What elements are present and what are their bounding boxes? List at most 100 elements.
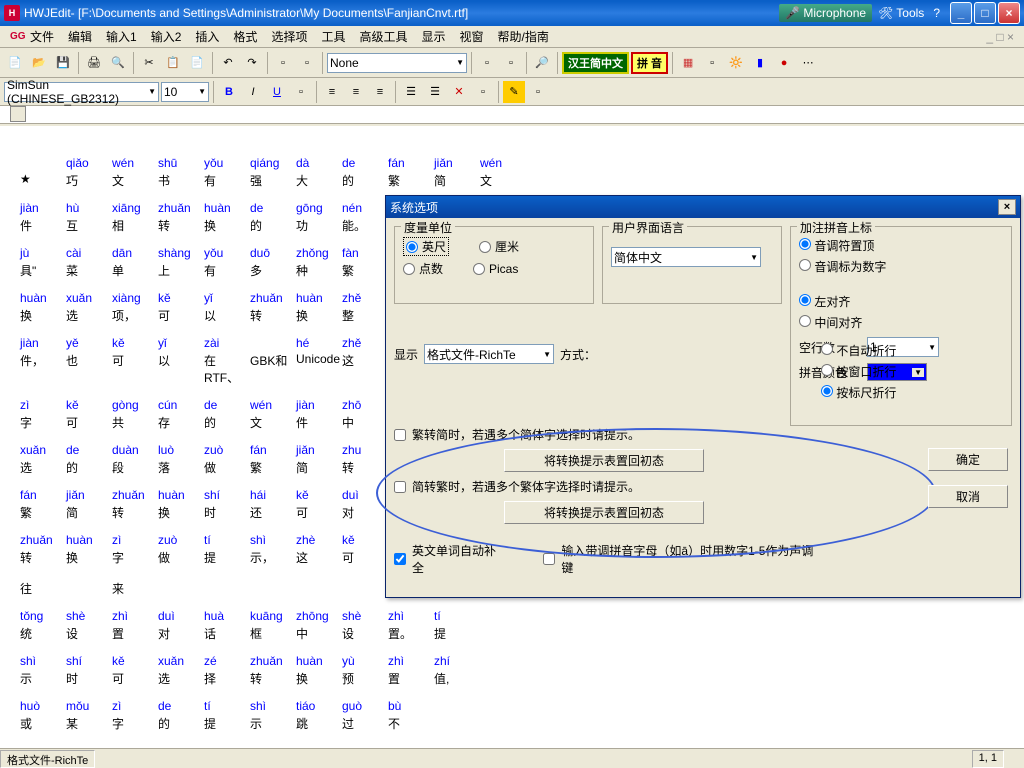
paste-icon[interactable]: 📄: [186, 52, 208, 74]
menu-format[interactable]: 格式: [227, 26, 263, 47]
size-combo[interactable]: 10▼: [161, 82, 209, 102]
hanwang-button[interactable]: 汉王简中文: [562, 52, 629, 74]
menu-help[interactable]: 帮助/指南: [492, 26, 555, 47]
language-combo[interactable]: 简体中文▼: [611, 247, 761, 267]
pinyin-cell: tí: [204, 699, 250, 713]
menu-edit[interactable]: 编辑: [62, 26, 98, 47]
radio-nowrap[interactable]: 不自动折行: [821, 342, 896, 359]
menu-view[interactable]: 显示: [415, 26, 451, 47]
menu-options[interactable]: 选择项: [265, 26, 313, 47]
new-icon[interactable]: 📄: [4, 52, 26, 74]
cancel-button[interactable]: 取消: [928, 485, 1008, 508]
tbtn-z[interactable]: ▫: [527, 81, 549, 103]
pinyin-cell: zhí: [434, 654, 480, 668]
char-cell: 互: [66, 217, 112, 234]
close-button[interactable]: ×: [998, 2, 1020, 24]
pinyin-cell: jù: [20, 246, 66, 260]
radio-tone-num[interactable]: 音调标为数字: [799, 258, 1003, 275]
tbtn-d[interactable]: ▫: [500, 52, 522, 74]
style-combo[interactable]: None▼: [327, 53, 467, 73]
tbtn-e[interactable]: ▦: [677, 52, 699, 74]
find-icon[interactable]: 🔎: [531, 52, 553, 74]
cut-icon[interactable]: ✂: [138, 52, 160, 74]
tbtn-g[interactable]: 🔆: [725, 52, 747, 74]
list-icon[interactable]: ☰: [400, 81, 422, 103]
menu-insert[interactable]: 插入: [189, 26, 225, 47]
char-cell: 这: [342, 352, 388, 386]
radio-tone-top[interactable]: 音调符置顶: [799, 237, 1003, 254]
undo-icon[interactable]: ↶: [217, 52, 239, 74]
char-cell: 件: [296, 414, 342, 431]
tbtn-i[interactable]: ●: [773, 52, 795, 74]
radio-picas[interactable]: Picas: [473, 260, 518, 277]
ok-button[interactable]: 确定: [928, 448, 1008, 471]
radio-wrap-ruler[interactable]: 按标尺折行: [821, 384, 896, 401]
char-cell: 换: [66, 549, 112, 566]
radio-wrap-window[interactable]: 按窗口折行: [821, 363, 896, 380]
tbtn-c[interactable]: ▫: [476, 52, 498, 74]
menu-window[interactable]: 视窗: [454, 26, 490, 47]
mdi-minimize[interactable]: _ □ ×: [980, 28, 1020, 46]
radio-points[interactable]: 点数: [403, 260, 443, 277]
tbtn-y[interactable]: ▫: [472, 81, 494, 103]
align-left-icon[interactable]: ≡: [321, 81, 343, 103]
microphone-button[interactable]: 🎤Microphone: [779, 4, 872, 22]
char-cell: 转: [342, 459, 388, 476]
save-icon[interactable]: 💾: [52, 52, 74, 74]
underline-icon[interactable]: U: [266, 81, 288, 103]
tbtn-f[interactable]: ▫: [701, 52, 723, 74]
bold-icon[interactable]: B: [218, 81, 240, 103]
char-cell: 设: [66, 625, 112, 642]
char-cell: 选: [158, 670, 204, 687]
check-jian2fan[interactable]: 简转繁时，若遇多个繁体字选择时请提示。: [394, 478, 814, 495]
menu-advtools[interactable]: 高级工具: [353, 26, 413, 47]
char-cell: 巧: [66, 172, 112, 189]
align-right-icon[interactable]: ≡: [369, 81, 391, 103]
ruler[interactable]: [0, 106, 1024, 124]
tbtn-x[interactable]: ✕: [448, 81, 470, 103]
pinyin-cell: [250, 336, 296, 350]
copy-icon[interactable]: 📋: [162, 52, 184, 74]
italic-icon[interactable]: I: [242, 81, 264, 103]
char-cell: 换: [158, 504, 204, 521]
pinyin-cell: jiǎn: [296, 443, 342, 457]
color-icon[interactable]: ▫: [290, 81, 312, 103]
preview-icon[interactable]: 🔍: [107, 52, 129, 74]
dialog-titlebar[interactable]: 系统选项 ×: [386, 196, 1020, 218]
menu-file[interactable]: 文件: [24, 26, 60, 47]
redo-icon[interactable]: ↷: [241, 52, 263, 74]
reset-j2f-button[interactable]: 将转换提示表置回初态: [504, 501, 704, 524]
tbtn-j[interactable]: ⋯: [797, 52, 819, 74]
menu-input1[interactable]: 输入1: [100, 26, 143, 47]
print-icon[interactable]: 🖨: [83, 52, 105, 74]
numlist-icon[interactable]: ☰: [424, 81, 446, 103]
display-combo[interactable]: 格式文件-RichTe▼: [424, 344, 554, 364]
radio-align-center[interactable]: 中间对齐: [799, 314, 1003, 331]
reset-f2j-button[interactable]: 将转换提示表置回初态: [504, 449, 704, 472]
open-icon[interactable]: 📂: [28, 52, 50, 74]
highlight-icon[interactable]: ✎: [503, 81, 525, 103]
tools-button[interactable]: 🛠Tools?: [878, 6, 940, 20]
tbtn-h[interactable]: ▮: [749, 52, 771, 74]
char-cell: 或: [20, 715, 66, 732]
maximize-button[interactable]: □: [974, 2, 996, 24]
font-combo[interactable]: SimSun (CHINESE_GB2312)▼: [4, 82, 159, 102]
radio-align-left[interactable]: 左对齐: [799, 293, 1003, 310]
char-cell: 可: [342, 549, 388, 566]
radio-inches[interactable]: 英尺: [403, 237, 449, 256]
tbtn-b[interactable]: ▫: [296, 52, 318, 74]
radio-cm[interactable]: 厘米: [479, 237, 519, 256]
menu-tools[interactable]: 工具: [315, 26, 351, 47]
pinyin-cell: yǒu: [204, 246, 250, 260]
char-cell: 上: [158, 262, 204, 279]
check-tone-digits[interactable]: 输入带调拼音字母（如ā）时用数字1-5作为声调键: [543, 542, 814, 576]
minimize-button[interactable]: _: [950, 2, 972, 24]
check-fan2jian[interactable]: 繁转简时，若遇多个简体字选择时请提示。: [394, 426, 814, 443]
dialog-close-button[interactable]: ×: [998, 199, 1016, 215]
tbtn-a[interactable]: ▫: [272, 52, 294, 74]
pinyin-cell: huà: [204, 609, 250, 623]
menu-input2[interactable]: 输入2: [145, 26, 188, 47]
pinyin-button[interactable]: 拼 音: [631, 52, 668, 74]
align-center-icon[interactable]: ≡: [345, 81, 367, 103]
check-autocomplete[interactable]: 英文单词自动补全: [394, 542, 503, 576]
